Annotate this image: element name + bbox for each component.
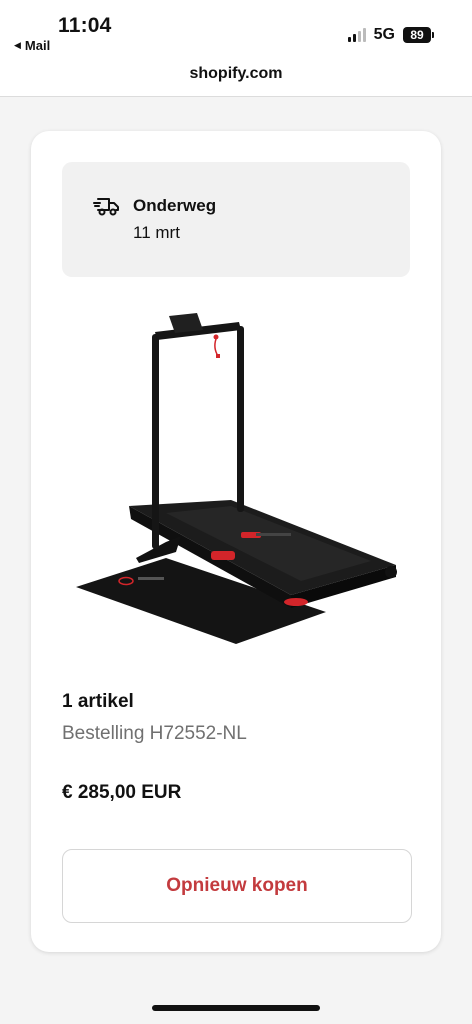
shipment-status-box: Onderweg 11 mrt: [62, 162, 410, 277]
item-count: 1 artikel: [62, 691, 134, 712]
order-card: Onderweg 11 mrt 1 artikel Bestelling H72…: [31, 131, 441, 952]
status-time: 11:04: [58, 14, 112, 37]
home-indicator[interactable]: [152, 1005, 320, 1011]
status-indicators: 5G 89: [347, 26, 434, 44]
url-domain: shopify.com: [189, 65, 283, 82]
back-triangle-icon: ◀: [14, 40, 21, 50]
url-bar[interactable]: shopify.com: [0, 56, 472, 97]
status-bar: 11:04 ◀ Mail 5G 89: [0, 0, 472, 56]
signal-icon: [347, 28, 366, 42]
product-image-treadmill: [76, 313, 397, 644]
back-app-label: Mail: [24, 38, 51, 53]
order-price: € 285,00 EUR: [62, 782, 182, 803]
buy-again-button[interactable]: Opnieuw kopen: [62, 849, 412, 923]
battery-icon: 89: [403, 27, 434, 43]
shipment-status: Onderweg: [133, 196, 217, 215]
order-number: Bestelling H72552-NL: [62, 723, 247, 744]
shipment-date: 11 mrt: [133, 223, 180, 242]
back-to-mail-button[interactable]: ◀ Mail: [14, 38, 50, 53]
battery-level: 89: [403, 27, 431, 43]
network-type: 5G: [373, 26, 395, 43]
delivery-truck-icon: [93, 198, 119, 216]
